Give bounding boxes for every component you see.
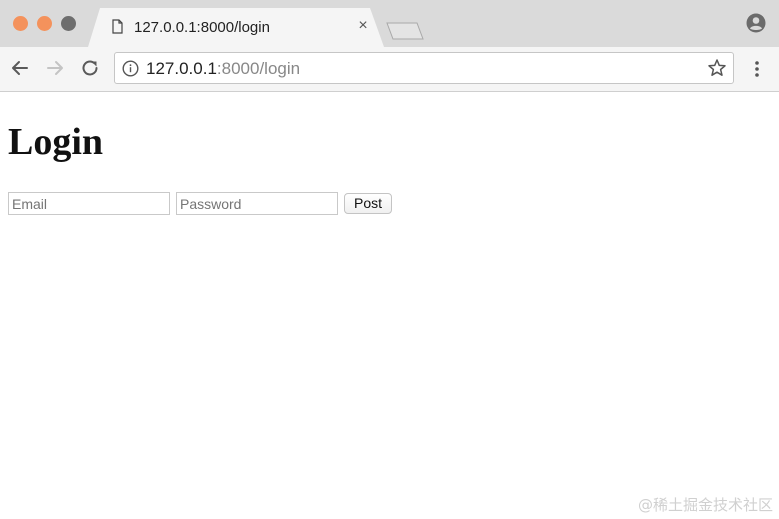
- window-close-button[interactable]: [13, 16, 28, 31]
- post-button[interactable]: Post: [344, 193, 392, 214]
- document-icon: [112, 19, 123, 34]
- window-maximize-button[interactable]: [61, 16, 76, 31]
- star-icon[interactable]: [707, 58, 727, 78]
- tab-close-icon[interactable]: ×: [356, 18, 370, 34]
- url-text[interactable]: 127.0.0.1:8000/login: [146, 59, 300, 79]
- info-icon[interactable]: [122, 60, 139, 77]
- reload-icon[interactable]: [78, 56, 102, 80]
- browser-toolbar: 127.0.0.1:8000/login: [0, 47, 779, 92]
- tab-strip: 127.0.0.1:8000/login ×: [0, 0, 779, 47]
- tab-title: 127.0.0.1:8000/login: [134, 19, 270, 36]
- kebab-menu-icon[interactable]: [752, 59, 762, 79]
- arrow-left-icon[interactable]: [8, 56, 32, 80]
- address-bar[interactable]: 127.0.0.1:8000/login: [114, 52, 734, 84]
- new-tab-button[interactable]: [386, 22, 424, 40]
- email-field[interactable]: [8, 192, 170, 215]
- page-content: Login Post: [0, 92, 779, 519]
- password-field[interactable]: [176, 192, 338, 215]
- url-path: :8000/login: [216, 59, 301, 78]
- arrow-right-icon[interactable]: [43, 56, 67, 80]
- browser-window: 127.0.0.1:8000/login × 127.0.0.1:8000/lo…: [0, 0, 779, 519]
- page-title: Login: [8, 121, 104, 163]
- account-icon[interactable]: [746, 13, 766, 33]
- tab-active[interactable]: 127.0.0.1:8000/login ×: [88, 8, 384, 47]
- watermark: @稀土掘金技术社区: [637, 496, 773, 514]
- url-host: 127.0.0.1: [146, 59, 217, 78]
- window-minimize-button[interactable]: [37, 16, 52, 31]
